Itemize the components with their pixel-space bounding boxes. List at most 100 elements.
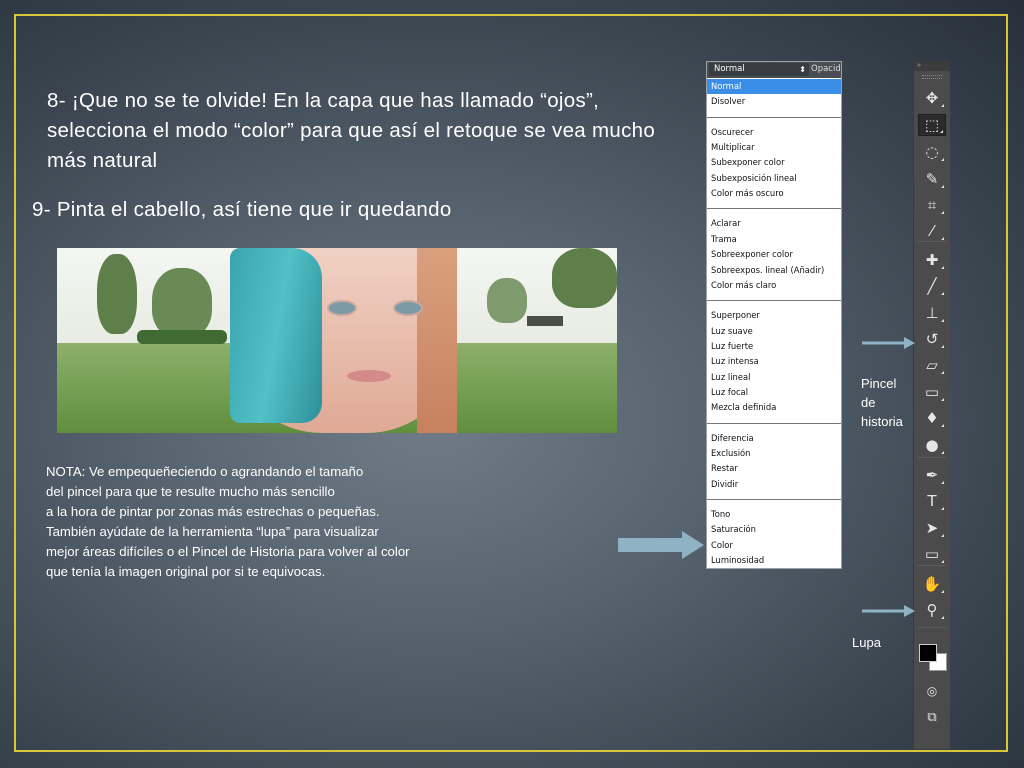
blend-mode-option[interactable]: Luz fuerte: [707, 339, 841, 354]
brush-tool-icon[interactable]: ╱: [918, 275, 946, 297]
photo-tree: [97, 254, 137, 334]
zoom-arrow-icon: [862, 605, 915, 617]
foreground-color-swatch[interactable]: [919, 644, 937, 662]
lasso-tool-glyph: ◌: [925, 143, 939, 161]
blend-mode-option[interactable]: Luz focal: [707, 385, 841, 400]
note-line: NOTA: Ve empequeñeciendo o agrandando el…: [46, 464, 364, 479]
hair-painting-photo: [57, 248, 617, 433]
eyedropper-tool-icon[interactable]: ⁄: [918, 220, 946, 242]
marquee-tool-icon[interactable]: ⬚: [918, 114, 946, 136]
blend-mode-option[interactable]: Luz intensa: [707, 354, 841, 369]
blend-mode-option[interactable]: Superponer: [707, 308, 841, 323]
pen-tool-icon[interactable]: ✒: [918, 464, 946, 486]
blend-mode-option[interactable]: Multiplicar: [707, 140, 841, 155]
move-tool-icon[interactable]: ✥: [918, 87, 946, 109]
clone-stamp-tool-icon[interactable]: ⊥: [918, 302, 946, 324]
tool-flyout-indicator: [941, 292, 944, 295]
step-8-text: 8- ¡Que no se te olvide! En la capa que …: [47, 89, 656, 172]
blend-mode-option[interactable]: Tono: [707, 507, 841, 522]
tools-panel: » ◎ ⧉ ✥ ⬚ ◌ ✎ ⌗ ⁄ ✚ ╱ ⊥ ↺ ▱ ▭ ♦ ● ✒ T ➤ ▭ ✋ ⚲: [913, 61, 950, 749]
photo-tree: [487, 278, 527, 323]
blend-mode-option[interactable]: Trama: [707, 232, 841, 247]
label-line: de: [861, 395, 876, 410]
tool-flyout-indicator: [941, 345, 944, 348]
blend-mode-option[interactable]: Oscurecer: [707, 125, 841, 140]
rectangle-tool-icon[interactable]: ▭: [918, 543, 946, 565]
menu-separator: [707, 116, 841, 118]
color-mode-arrow-icon: [618, 531, 704, 559]
tool-flyout-indicator: [941, 237, 944, 240]
tool-flyout-indicator: [941, 266, 944, 269]
quick-selection-tool-glyph: ✎: [925, 170, 939, 188]
layers-panel-header: Normal ⬍ Opacid: [707, 62, 841, 78]
eyedropper-tool-glyph: ⁄: [930, 222, 934, 240]
brush-tool-glyph: ╱: [927, 277, 937, 295]
crop-tool-icon[interactable]: ⌗: [918, 194, 946, 216]
zoom-tool-icon[interactable]: ⚲: [918, 599, 946, 621]
photo-bench: [527, 316, 563, 326]
blend-mode-option[interactable]: Subexposición lineal: [707, 171, 841, 186]
blend-mode-option[interactable]: Luz suave: [707, 324, 841, 339]
blend-mode-option[interactable]: Subexponer color: [707, 155, 841, 170]
blend-mode-option[interactable]: Luminosidad: [707, 553, 841, 568]
tool-flyout-indicator: [941, 560, 944, 563]
marquee-tool-glyph: ⬚: [924, 116, 940, 134]
note-text: NOTA: Ve empequeñeciendo o agrandando el…: [46, 462, 516, 582]
eraser-tool-icon[interactable]: ▱: [918, 354, 946, 376]
blend-mode-option[interactable]: Restar: [707, 461, 841, 476]
move-tool-glyph: ✥: [925, 89, 939, 107]
toolbar-separator: [918, 565, 946, 566]
clone-stamp-tool-glyph: ⊥: [925, 304, 939, 322]
step-9-text: 9- Pinta el cabello, así tiene que ir qu…: [32, 198, 452, 221]
lasso-tool-icon[interactable]: ◌: [918, 141, 946, 163]
blend-mode-option[interactable]: Diferencia: [707, 431, 841, 446]
note-line: que tenía la imagen original por si te e…: [46, 564, 326, 579]
tool-flyout-indicator: [941, 451, 944, 454]
tool-flyout-indicator: [941, 424, 944, 427]
tool-flyout-indicator: [941, 104, 944, 107]
quick-mask-icon[interactable]: ◎: [918, 680, 946, 702]
blur-tool-icon[interactable]: ♦: [918, 407, 946, 429]
blend-mode-option[interactable]: Dividir: [707, 477, 841, 492]
toolbar-separator: [918, 627, 946, 628]
blend-mode-select[interactable]: Normal ⬍: [709, 63, 809, 76]
blend-mode-option[interactable]: Mezcla definida: [707, 400, 841, 415]
photo-hair-painted: [230, 248, 322, 423]
blend-mode-option[interactable]: Color más claro: [707, 278, 841, 293]
crop-tool-glyph: ⌗: [927, 196, 937, 214]
tool-flyout-indicator: [941, 481, 944, 484]
type-tool-icon[interactable]: T: [918, 490, 946, 512]
zoom-label: Lupa: [852, 635, 881, 650]
hand-tool-icon[interactable]: ✋: [918, 573, 946, 595]
blend-mode-option[interactable]: Saturación: [707, 522, 841, 537]
label-line: Pincel: [861, 376, 897, 391]
path-selection-tool-icon[interactable]: ➤: [918, 517, 946, 539]
tool-flyout-indicator: [941, 616, 944, 619]
toolbar-separator: [918, 241, 946, 242]
gradient-tool-icon[interactable]: ▭: [918, 381, 946, 403]
blend-mode-option[interactable]: Sobreexponer color: [707, 247, 841, 262]
blend-mode-option[interactable]: Color más oscuro: [707, 186, 841, 201]
quick-selection-tool-icon[interactable]: ✎: [918, 168, 946, 190]
blend-mode-option[interactable]: Sobreexpos. lineal (Añadir): [707, 263, 841, 278]
blend-mode-option[interactable]: Aclarar: [707, 216, 841, 231]
select-arrows-icon: ⬍: [799, 65, 806, 74]
collapse-panel-icon[interactable]: »: [914, 61, 950, 71]
screen-mode-icon[interactable]: ⧉: [918, 706, 946, 728]
note-line: mejor áreas difíciles o el Pincel de His…: [46, 544, 410, 559]
blend-mode-option[interactable]: Luz lineal: [707, 370, 841, 385]
history-brush-arrow-icon: [862, 337, 915, 349]
photo-eye-right: [393, 300, 423, 316]
tool-flyout-indicator: [941, 319, 944, 322]
blend-mode-option[interactable]: Exclusión: [707, 446, 841, 461]
panel-grip[interactable]: [922, 75, 942, 79]
tool-flyout-indicator: [941, 507, 944, 510]
blend-mode-option[interactable]: Color: [707, 538, 841, 553]
blend-mode-option[interactable]: Normal: [707, 79, 841, 94]
history-brush-tool-icon[interactable]: ↺: [918, 328, 946, 350]
rectangle-tool-glyph: ▭: [924, 545, 940, 563]
healing-brush-tool-icon[interactable]: ✚: [918, 249, 946, 271]
blend-mode-option[interactable]: Disolver: [707, 94, 841, 109]
healing-brush-tool-glyph: ✚: [925, 251, 939, 269]
dodge-tool-icon[interactable]: ●: [918, 434, 946, 456]
